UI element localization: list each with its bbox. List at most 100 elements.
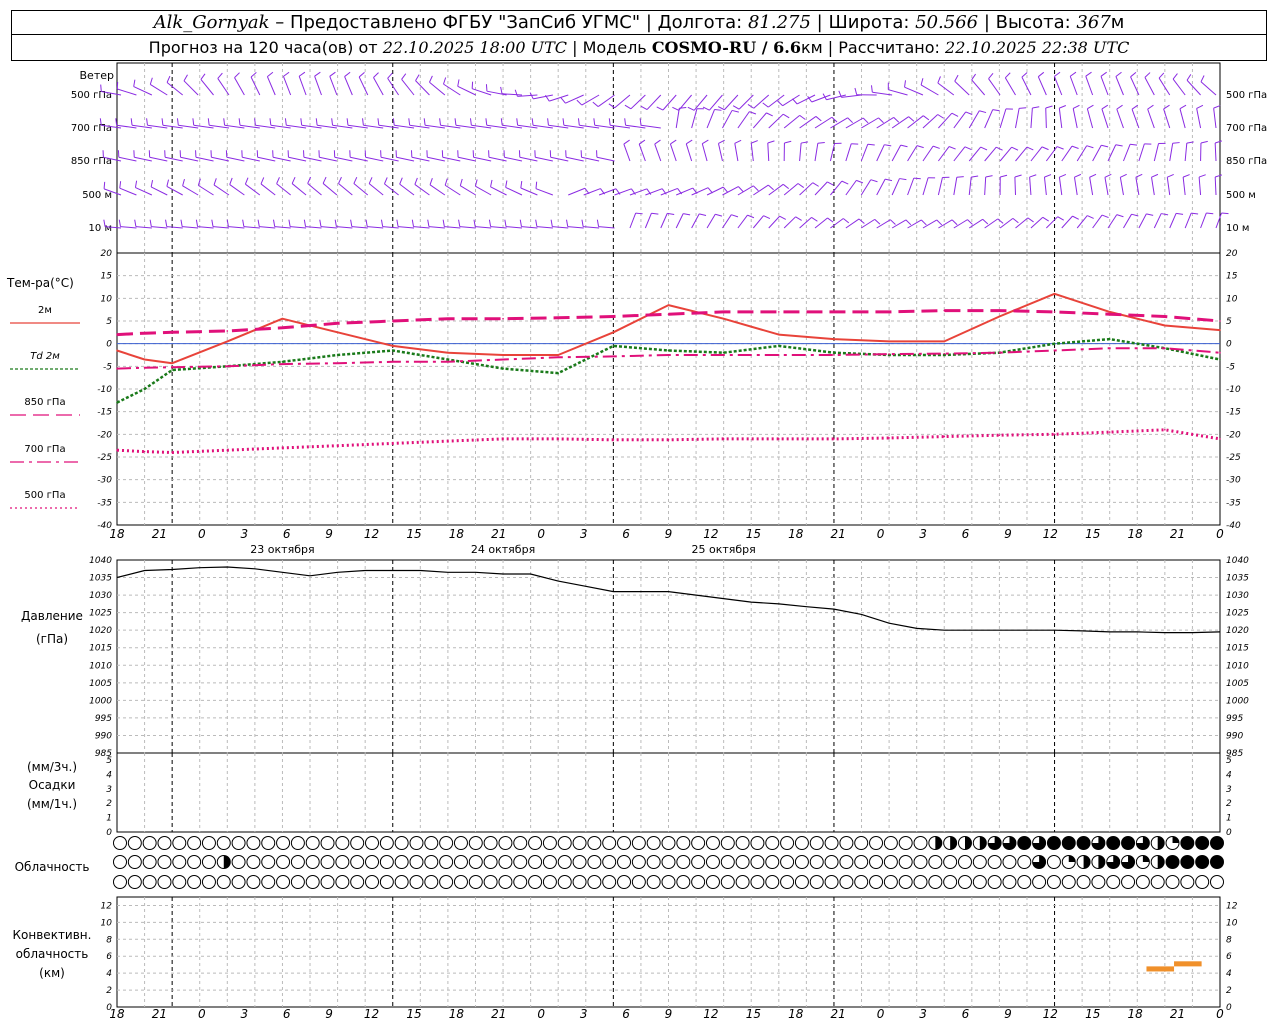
precip-tick-left: 3 <box>106 785 112 795</box>
cloud-symbol <box>1017 855 1032 869</box>
wind-barb <box>638 143 646 162</box>
wind-barb <box>320 226 337 229</box>
wind-barb-flag <box>867 143 875 146</box>
temp-point <box>1164 315 1166 318</box>
wind-barb-flag <box>1087 215 1094 219</box>
wind-barb-flag <box>458 219 461 227</box>
temp-point <box>447 317 449 320</box>
cloud-symbol <box>320 875 335 889</box>
conv-label-2: облачность <box>16 947 89 961</box>
wind-barb-flag <box>353 176 358 184</box>
temp-point <box>281 317 284 320</box>
wind-barb-flag <box>916 145 924 149</box>
wind-barb-flag <box>192 118 195 126</box>
temp-point <box>336 444 339 447</box>
cloud-symbol-fill <box>950 836 957 850</box>
wind-barb-flag <box>146 118 148 126</box>
cloud-symbol <box>201 855 216 869</box>
wind-barb <box>257 156 276 162</box>
temp-point <box>502 438 504 440</box>
cloud-symbol <box>276 855 291 869</box>
cloud-symbol <box>157 875 172 889</box>
wind-barb <box>180 156 199 162</box>
conv-axis-tick-left: 6 <box>106 952 112 962</box>
pressure-axis-tick-right: 1035 <box>1226 574 1249 584</box>
wind-barb-flag <box>937 76 941 84</box>
wind-barb-flag <box>399 177 403 185</box>
cloud-symbol <box>1121 875 1136 889</box>
temp-point <box>1108 311 1111 313</box>
temp-xtick: 6 <box>962 527 970 541</box>
wind-barb-flag <box>870 179 878 183</box>
wind-level-label-left: 500 гПа <box>71 90 112 101</box>
wind-barb-flag <box>1198 174 1206 178</box>
wind-barb <box>954 80 970 96</box>
cloud-symbol <box>468 855 483 869</box>
wind-barb <box>415 80 430 96</box>
wind-barb-flag <box>980 146 988 151</box>
wind-barb-flag <box>1167 173 1174 178</box>
cloud-symbol <box>854 836 869 850</box>
temp-axis-tick-left: 0 <box>106 340 112 350</box>
cloud-symbol <box>1032 875 1047 889</box>
wind-barb-flag <box>870 85 873 93</box>
cloud-symbol <box>602 875 617 889</box>
wind-barb-flag <box>767 140 775 144</box>
cloud-symbol-fill <box>1195 855 1209 869</box>
wind-barb-flag <box>1116 214 1124 218</box>
wind-barb-flag <box>651 212 659 215</box>
wind-barb <box>953 177 958 196</box>
cloud-symbol <box>676 836 691 850</box>
wind-barb <box>259 226 276 229</box>
temp-point <box>281 363 284 365</box>
cloud-symbol <box>898 855 913 869</box>
wind-barb-flag <box>408 118 411 126</box>
cloud-symbol <box>1091 875 1106 889</box>
wind-barb-flag <box>734 139 742 144</box>
cloud-symbol <box>883 836 898 850</box>
wind-barb <box>799 217 812 229</box>
wind-barb-flag <box>997 218 1004 224</box>
wind-barb-flag <box>273 219 276 227</box>
cloud-symbol <box>676 855 691 869</box>
cloud-symbol <box>1180 875 1195 889</box>
wind-barb <box>630 94 646 110</box>
cloud-symbol <box>1135 875 1150 889</box>
wind-barb-flag <box>979 110 987 114</box>
wind-barb-flag <box>229 177 233 185</box>
wind-barb-flag <box>1116 104 1123 110</box>
wind-barb <box>1166 177 1171 196</box>
wind-barb <box>429 81 446 96</box>
wind-barb <box>750 143 754 162</box>
wind-barb-flag <box>443 77 447 85</box>
wind-barb <box>660 213 668 229</box>
wind-barb-flag <box>948 146 956 150</box>
wind-barb <box>398 226 415 229</box>
temp-xtick: 18 <box>449 527 465 541</box>
wind-barb-flag <box>429 75 433 83</box>
wind-barb <box>676 187 694 196</box>
wind-barb <box>488 156 507 162</box>
wind-barb <box>520 187 538 196</box>
temp-point <box>143 358 146 361</box>
wind-barb-flag <box>315 118 318 126</box>
wind-barb <box>1214 142 1217 162</box>
wind-barb-flag <box>1072 104 1080 109</box>
cloud-symbol <box>794 855 809 869</box>
temp-point <box>612 438 615 441</box>
temp-point <box>998 434 1001 437</box>
legend-label: 850 гПа <box>24 397 65 408</box>
temp-xtick: 21 <box>1170 527 1185 541</box>
wind-barb-flag <box>920 78 924 86</box>
wind-barb <box>314 76 322 96</box>
cloud-symbol-fill <box>1062 836 1076 850</box>
wind-barb-flag <box>322 176 327 184</box>
wind-barb <box>891 178 900 196</box>
wind-barb-flag <box>368 177 373 184</box>
cloud-symbol <box>394 855 409 869</box>
temp-point <box>778 345 780 347</box>
cloud-symbol <box>409 836 424 850</box>
cloud-symbol <box>780 836 795 850</box>
wind-barb-flag <box>1069 71 1077 77</box>
wind-barb-flag <box>161 118 164 126</box>
